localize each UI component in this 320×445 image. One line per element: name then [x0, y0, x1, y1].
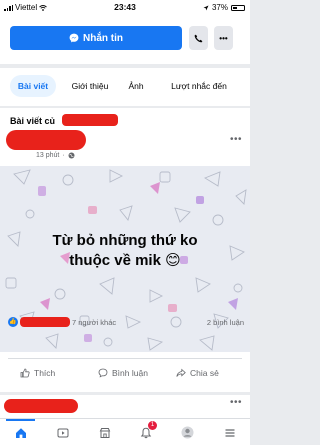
status-bar: Viettel 23:43 37%: [0, 0, 250, 14]
message-button[interactable]: Nhắn tin: [10, 26, 182, 50]
next-post-more-button[interactable]: •••: [230, 397, 242, 408]
share-label: Chia sẻ: [190, 368, 219, 378]
nav-profile[interactable]: [167, 419, 208, 445]
post-image-text: Từ bỏ những thứ ko thuộc về mik 😊: [0, 231, 250, 271]
post-meta: 13 phút ·: [36, 152, 75, 159]
message-button-label: Nhắn tin: [83, 32, 123, 44]
like-reaction-icon: 👍: [8, 317, 18, 327]
bottom-nav: 1: [0, 418, 250, 445]
like-button[interactable]: Thích: [20, 364, 55, 382]
nav-marketplace[interactable]: [84, 419, 125, 445]
redacted-author: [6, 130, 86, 150]
stats-divider: [8, 358, 242, 359]
redacted-next-author: [4, 399, 78, 413]
tab-posts[interactable]: Bài viết: [10, 75, 56, 97]
notification-badge: 1: [148, 421, 157, 430]
video-icon: [57, 428, 68, 437]
nav-notifications[interactable]: 1: [125, 419, 166, 445]
tab-photos[interactable]: Ảnh: [124, 75, 148, 97]
comment-icon: [98, 368, 108, 378]
battery-icon: [231, 4, 245, 11]
post-image-text-line-1: Từ bỏ những thứ ko: [52, 232, 198, 249]
profile-tabs: Bài viết Giới thiệu Ảnh Lượt nhắc đến: [0, 68, 250, 106]
share-button[interactable]: Chia sẻ: [176, 364, 219, 382]
tab-mentions[interactable]: Lượt nhắc đến: [154, 75, 244, 97]
more-horizontal-icon: •••: [219, 33, 228, 43]
marketplace-icon: [99, 427, 110, 438]
more-options-button[interactable]: •••: [214, 26, 233, 50]
home-icon: [15, 427, 26, 438]
messenger-icon: [69, 33, 79, 43]
comment-label: Bình luận: [112, 368, 148, 378]
avatar-icon: [181, 426, 194, 439]
nav-home[interactable]: [0, 419, 41, 445]
status-right-group: 37%: [203, 3, 245, 12]
post-more-button[interactable]: •••: [230, 134, 242, 145]
like-label: Thích: [34, 368, 56, 378]
redacted-reactor: [20, 317, 70, 327]
share-icon: [176, 368, 186, 377]
thumbs-up-icon: [20, 368, 30, 378]
reaction-count[interactable]: 7 người khác: [72, 318, 116, 327]
nav-menu[interactable]: [209, 419, 250, 445]
tab-about[interactable]: Giới thiệu: [62, 75, 118, 97]
redacted-name: [62, 114, 118, 126]
privacy-icon: [68, 152, 75, 159]
post-time: 13 phút: [36, 152, 60, 159]
comment-count[interactable]: 2 bình luận: [207, 318, 244, 327]
nav-video[interactable]: [42, 419, 83, 445]
post-image-text-line-2: thuộc về mik 😊: [69, 252, 181, 269]
post-stats: 👍 7 người khác 2 bình luận: [8, 316, 244, 330]
profile-actions: Nhắn tin •••: [0, 14, 250, 64]
location-icon: [203, 5, 209, 10]
post-card: Bài viết củ ••• 13 phút · Từ bỏ những th…: [0, 108, 250, 392]
menu-icon: [225, 428, 234, 437]
posts-section-title: Bài viết củ: [10, 116, 56, 126]
comment-button[interactable]: Bình luận: [98, 364, 148, 382]
phone-icon: [194, 34, 203, 42]
call-button[interactable]: [189, 26, 208, 50]
battery-percent: 37%: [211, 3, 228, 12]
